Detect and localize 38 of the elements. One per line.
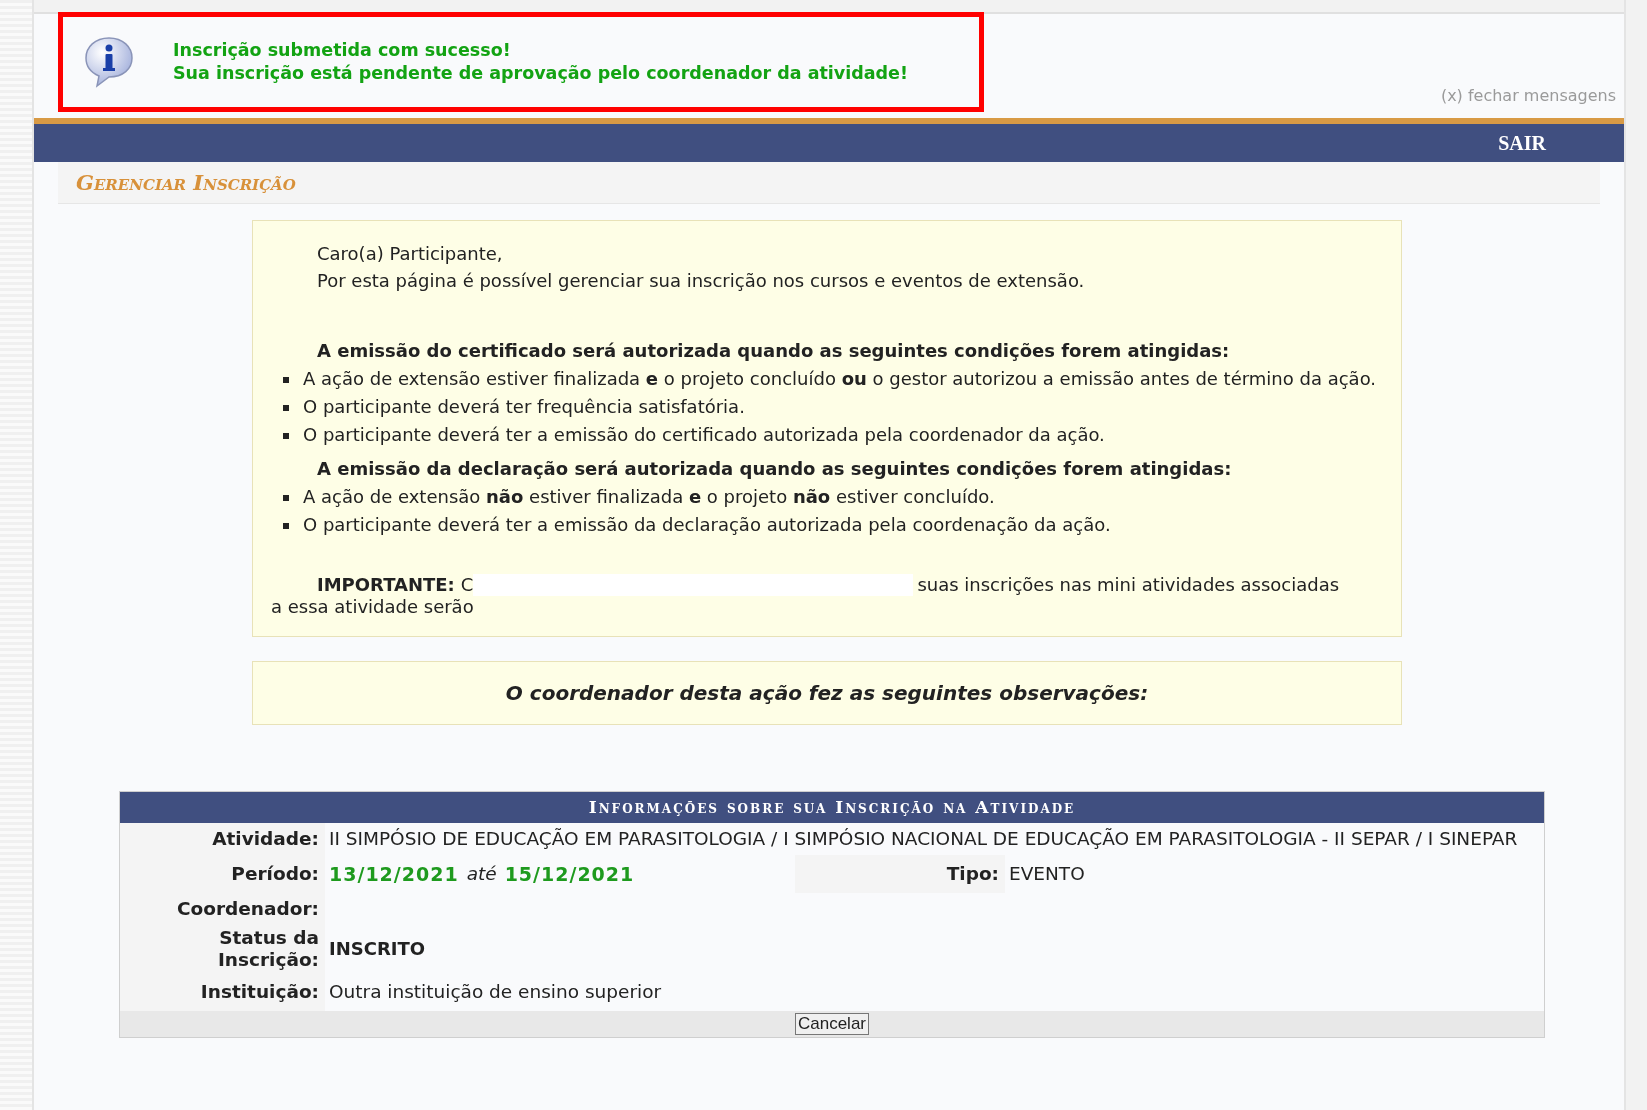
section-heading: A emissão da declaração será autorizada quando as seguintes condições forem atingidas: (316, 458, 1233, 480)
important-text: suas inscrições nas mini atividades associadas (917, 574, 1340, 596)
condition-text: O participante deverá ter frequência satisfatória. (303, 396, 745, 418)
important-text: C (460, 574, 474, 596)
field-label: Instituição: (200, 980, 319, 1003)
condition-text: A ação de extensão não estiver finalizada e o projeto não estiver concluído. (303, 486, 995, 508)
condition-text: O participante deverá ter a emissão do certificado autorizada pela coordenador da ação. (303, 424, 1105, 446)
bullet-icon (283, 377, 289, 383)
logout-link[interactable]: SAIR (1498, 128, 1546, 158)
condition-text: A ação de extensão estiver finalizada e o projeto concluído ou o gestor autorizou a emissão antes de término da ação. (303, 368, 1377, 390)
section-heading: A emissão do certificado será autorizada quando as seguintes condições forem atingidas: (316, 340, 1231, 362)
date-separator: até (466, 862, 497, 886)
observations-title: O coordenador desta ação fez as seguintes observações: (505, 680, 1149, 707)
condition-text: O participante deverá ter a emissão da declaração autorizada pela coordenação da ação. (303, 514, 1111, 536)
field-label: Período: (231, 862, 319, 886)
field-label: Tipo: (946, 862, 999, 886)
end-date: 15/12/2021 (504, 861, 635, 887)
cancel-button[interactable]: Cancelar (794, 1012, 869, 1035)
notice-text: Por esta página é possível gerenciar sua inscrição nos cursos e eventos de extensão. (317, 270, 1086, 292)
field-label: Coordenador: (176, 897, 319, 920)
bullet-icon (283, 405, 289, 411)
bullet-icon (283, 495, 289, 501)
type-value: EVENTO (1009, 862, 1085, 886)
activity-value: II SIMPÓSIO DE EDUCAÇÃO EM PARASITOLOGIA / I SIMPÓSIO NACIONAL DE EDUCAÇÃO EM PARASITOLOGIA - II SEPAR / I SINEPAR (329, 828, 1518, 850)
field-label: Atividade: (212, 828, 319, 850)
page-title: Gerenciar Inscrição (76, 168, 296, 197)
bullet-icon (283, 523, 289, 529)
notice-text: Caro(a) Participante, (317, 243, 504, 265)
start-date: 13/12/2021 (329, 861, 459, 887)
important-label: IMPORTANTE: (317, 574, 455, 596)
table-title: Informações sobre sua Inscrição na Atividade (588, 795, 1076, 819)
status-value: INSCRITO (329, 937, 426, 962)
bullet-icon (283, 433, 289, 439)
message-text: Inscrição submetida com sucesso! (173, 39, 512, 62)
message-text: Sua inscrição está pendente de aprovação pelo coordenador da atividade! (173, 62, 908, 85)
field-label: Status da Inscrição: (216, 926, 319, 971)
institution-value: Outra instituição de ensino superior (329, 979, 662, 1004)
important-text: a essa atividade serão (271, 596, 474, 618)
